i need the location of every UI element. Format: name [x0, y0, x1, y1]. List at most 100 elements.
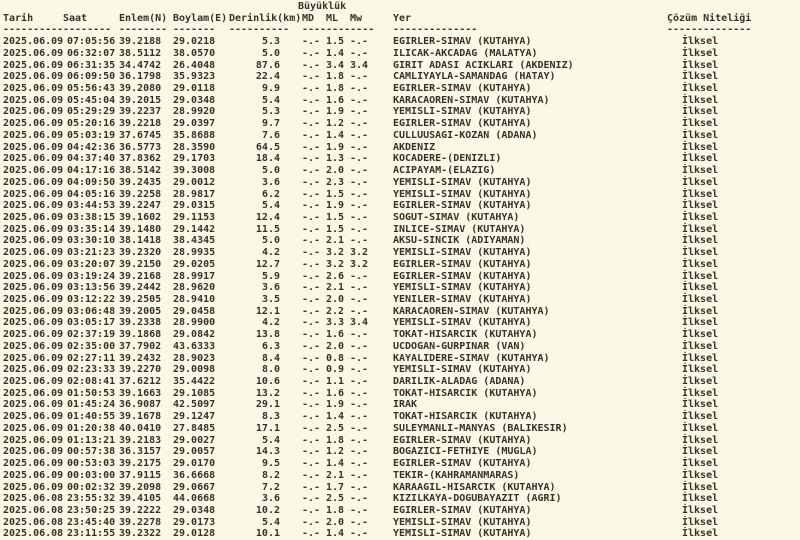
- cell-longitude: 29.1085: [173, 387, 216, 399]
- cell-longitude: 29.1442: [173, 223, 216, 235]
- cell-latitude: 37.6212: [119, 376, 162, 388]
- cell-time: 23:45:40: [67, 516, 116, 528]
- cell-date: 2025.06.09: [3, 94, 64, 106]
- cell-latitude: 39.2005: [119, 305, 162, 317]
- cell-latitude: 39.2442: [119, 282, 162, 294]
- cell-time: 04:37:40: [67, 153, 116, 165]
- table-row: 2025.06.09 04:42:36 36.5773 28.3590 64.5 -.- 1…: [0, 142, 800, 154]
- cell-location: YEMISLI-SIMAV (KUTAHYA): [393, 282, 532, 294]
- cell-latitude: 39.2080: [119, 83, 162, 95]
- cell-location: KARACAOREN-SIMAV (KUTAHYA): [393, 94, 550, 106]
- cell-ml: 2.3: [325, 176, 344, 188]
- cell-md: -.-: [301, 364, 320, 376]
- cell-time: 06:31:35: [67, 59, 116, 71]
- cell-latitude: 39.2258: [119, 188, 162, 200]
- cell-md: -.-: [301, 129, 320, 141]
- cell-location: EGIRLER-SIMAV (KUTAHYA): [393, 270, 532, 282]
- cell-longitude: 26.4048: [173, 59, 216, 71]
- table-row: 2025.06.09 01:13:21 39.2183 29.0027 5.4 -.- 1.…: [0, 435, 800, 447]
- cell-depth: 13.8: [255, 329, 280, 341]
- cell-location: SOGUT-SIMAV (KUTAHYA): [393, 211, 520, 223]
- cell-mw: -.-: [349, 211, 368, 223]
- cell-latitude: 39.2432: [119, 352, 162, 364]
- table-row: 2025.06.09 03:21:23 39.2320 28.9935 4.2 -.- 3.…: [0, 247, 800, 259]
- cell-time: 01:50:53: [67, 387, 116, 399]
- cell-time: 23:55:32: [67, 493, 116, 505]
- cell-longitude: 28.9935: [173, 247, 216, 259]
- cell-mw: 3.2: [349, 258, 368, 270]
- cell-md: -.-: [301, 458, 320, 470]
- magnitude-group-header-line: Büyüklük: [0, 1, 800, 13]
- underline-magnitude: ------------: [302, 24, 375, 36]
- cell-latitude: 39.1602: [119, 211, 162, 223]
- cell-location: EGIRLER-SIMAV (KUTAHYA): [393, 83, 532, 95]
- cell-longitude: 29.0315: [173, 200, 216, 212]
- cell-ml: 3.2: [325, 258, 344, 270]
- cell-date: 2025.06.08: [3, 504, 64, 516]
- cell-quality: İlksel: [682, 294, 719, 305]
- cell-date: 2025.06.09: [3, 188, 64, 200]
- cell-time: 03:38:15: [67, 211, 116, 223]
- cell-location: TEKIR-(KAHRAMANMARAS): [393, 469, 520, 481]
- cell-location: IRAK: [393, 399, 418, 411]
- cell-time: 02:08:41: [67, 376, 116, 388]
- cell-depth: 12.1: [255, 305, 280, 317]
- cell-ml: 2.2: [325, 305, 344, 317]
- cell-latitude: 37.7902: [119, 340, 162, 352]
- cell-location: EGIRLER-SIMAV (KUTAHYA): [393, 258, 532, 270]
- cell-ml: 2.6: [325, 270, 344, 282]
- table-row: 2025.06.09 04:37:40 37.8362 29.1703 18.4 -.- 1…: [0, 153, 800, 165]
- cell-ml: 3.4: [325, 59, 344, 71]
- cell-location: SULEYMANLI-MANYAS (BALIKESIR): [393, 422, 568, 434]
- cell-ml: 1.9: [325, 141, 344, 153]
- cell-md: -.-: [301, 352, 320, 364]
- cell-location: BOGAZICI-FETHIYE (MUGLA): [393, 446, 538, 458]
- cell-depth: 8.2: [261, 469, 280, 481]
- cell-time: 01:40:55: [67, 411, 116, 423]
- table-row: 2025.06.09 00:03:00 37.9115 36.6668 8.2 -.- 2.…: [0, 470, 800, 482]
- cell-latitude: 36.9087: [119, 399, 162, 411]
- cell-depth: 12.7: [255, 258, 280, 270]
- cell-longitude: 29.0098: [173, 364, 216, 376]
- cell-date: 2025.06.09: [3, 200, 64, 212]
- table-row: 2025.06.09 03:12:22 39.2505 28.9410 3.5 -.- 2.…: [0, 294, 800, 306]
- cell-date: 2025.06.09: [3, 153, 64, 165]
- cell-md: -.-: [301, 176, 320, 188]
- cell-location: CULLUUSAGI-KOZAN (ADANA): [393, 129, 538, 141]
- table-row: 2025.06.09 00:02:32 39.2098 29.0667 7.2 -.- 1.…: [0, 482, 800, 494]
- cell-latitude: 39.2505: [119, 294, 162, 305]
- cell-longitude: 35.9323: [173, 71, 216, 83]
- column-header-ml: ML: [326, 12, 339, 24]
- cell-quality: İlksel: [682, 223, 719, 235]
- cell-location: YEMISLI-SIMAV (KUTAHYA): [393, 188, 532, 200]
- table-row: 2025.06.09 04:05:16 39.2258 28.9817 6.2 -.- 1.…: [0, 189, 800, 201]
- cell-quality: İlksel: [682, 47, 719, 59]
- cell-date: 2025.06.09: [3, 235, 64, 247]
- cell-md: -.-: [301, 200, 320, 212]
- underline-depth: ----------: [229, 24, 290, 36]
- cell-ml: 0.9: [325, 364, 344, 376]
- cell-location: ACIPAYAM-(ELAZIG): [393, 165, 496, 177]
- cell-quality: İlksel: [682, 411, 719, 423]
- cell-longitude: 29.0458: [173, 305, 216, 317]
- cell-mw: -.-: [349, 176, 368, 188]
- cell-date: 2025.06.09: [3, 329, 64, 341]
- cell-time: 01:13:21: [67, 434, 116, 446]
- table-row: 2025.06.09 01:20:38 40.0410 27.8485 17.1 -.- 2…: [0, 423, 800, 435]
- cell-location: YENILER-SIMAV (KUTAHYA): [393, 294, 532, 305]
- cell-date: 2025.06.09: [3, 340, 64, 352]
- cell-depth: 3.6: [261, 282, 280, 294]
- table-row: 2025.06.09 07:05:56 39.2188 29.0218 5.3 -.- 1.…: [0, 36, 800, 48]
- cell-ml: 1.1: [325, 376, 344, 388]
- cell-time: 03:20:07: [67, 258, 116, 270]
- cell-mw: 3.2: [349, 247, 368, 259]
- cell-mw: -.-: [349, 129, 368, 141]
- cell-longitude: 36.6668: [173, 469, 216, 481]
- cell-latitude: 39.2183: [119, 434, 162, 446]
- cell-longitude: 28.9410: [173, 294, 216, 305]
- cell-time: 03:30:10: [67, 235, 116, 247]
- cell-depth: 7.2: [261, 481, 280, 493]
- cell-date: 2025.06.09: [3, 458, 64, 470]
- cell-date: 2025.06.09: [3, 176, 64, 188]
- cell-latitude: 40.0410: [119, 422, 162, 434]
